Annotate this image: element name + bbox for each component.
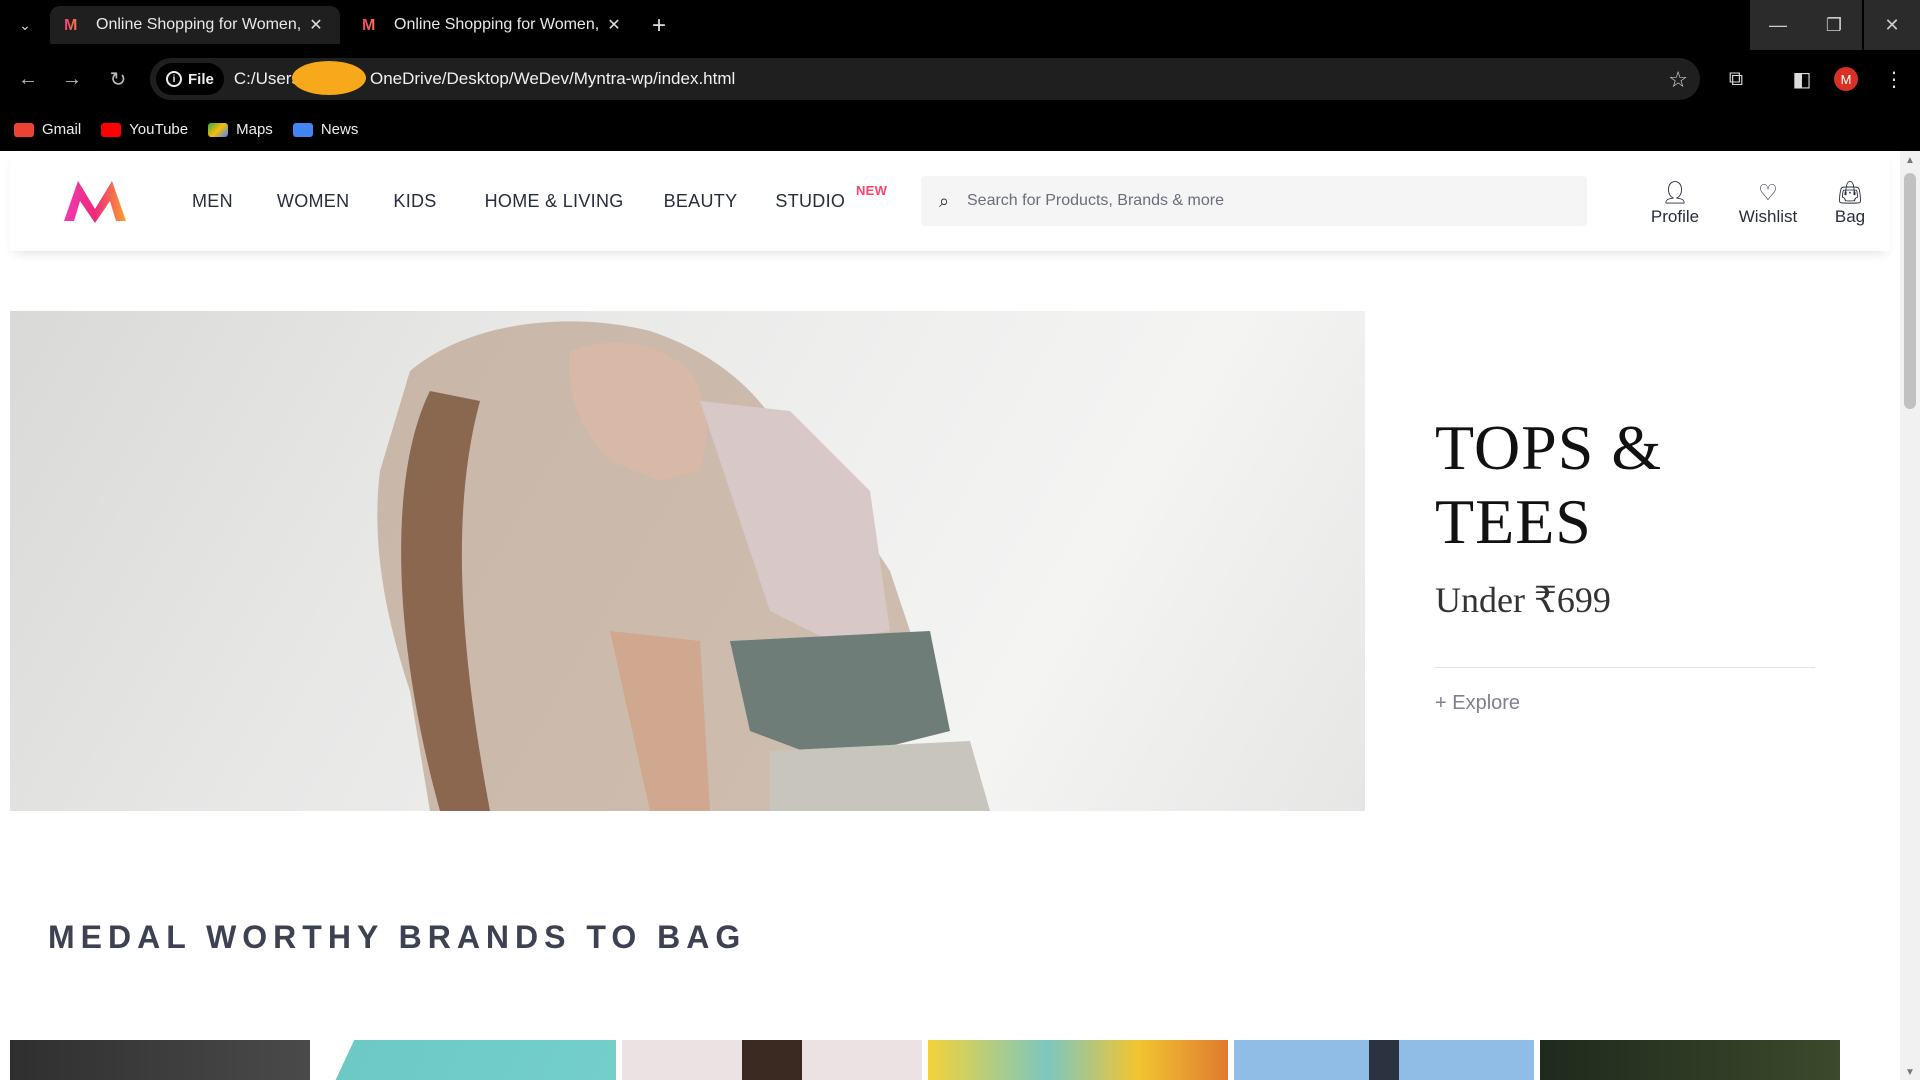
maps-icon (208, 122, 229, 137)
search-input[interactable] (967, 192, 1567, 210)
brand-card[interactable] (622, 1040, 922, 1080)
nav-women[interactable]: WOMEN (277, 191, 350, 212)
main-nav: MEN WOMEN KIDS HOME & LIVING BEAUTY STUD… (182, 151, 887, 251)
brand-carousel (10, 1040, 1860, 1080)
nav-home-living[interactable]: HOME & LIVING (485, 191, 624, 212)
youtube-icon (101, 122, 122, 137)
browser-toolbar: ← → ↻ i File C:/Users OneDrive/Desktop/We… (0, 50, 1920, 108)
wishlist-label: Wishlist (1738, 207, 1798, 226)
profile-avatar[interactable]: M (1834, 67, 1858, 91)
bookmark-label: News (320, 121, 359, 138)
info-icon: i (166, 71, 182, 87)
myntra-logo[interactable] (60, 175, 130, 225)
bookmarks-bar: Gmail YouTube Maps News (0, 108, 1920, 151)
page-content: MEN WOMEN KIDS HOME & LIVING BEAUTY STUD… (0, 151, 1900, 1080)
brand-card[interactable] (1234, 1040, 1534, 1080)
brand-card[interactable] (928, 1040, 1228, 1080)
tab-title: Online Shopping for Women, M (96, 16, 306, 33)
bookmark-gmail[interactable]: Gmail (14, 121, 81, 138)
brand-card[interactable] (10, 1040, 310, 1080)
bag-icon: 👜︎ (1836, 180, 1864, 205)
new-tab-button[interactable]: + (652, 12, 666, 40)
explore-link[interactable]: + Explore (1435, 692, 1815, 715)
scroll-thumb[interactable] (1904, 173, 1916, 409)
tab-strip: ⌄ M Online Shopping for Women, M ✕ M Onl… (0, 0, 1920, 50)
news-icon (292, 122, 313, 137)
nav-men[interactable]: MEN (192, 191, 233, 212)
bookmark-youtube[interactable]: YouTube (101, 121, 188, 138)
menu-icon[interactable]: ⋮ (1880, 65, 1908, 93)
bookmark-news[interactable]: News (292, 121, 359, 138)
bag-button[interactable]: 👜︎ Bag (1825, 179, 1875, 227)
nav-beauty[interactable]: BEAUTY (664, 191, 738, 212)
model-photo (377, 321, 990, 811)
extensions-icon[interactable]: ⧉ (1722, 65, 1750, 93)
profile-label: Profile (1650, 207, 1700, 226)
tab-search-button[interactable]: ⌄ (12, 12, 38, 38)
profile-button[interactable]: 👤︎ Profile (1640, 179, 1710, 227)
hero-promo: TOPS & TEES Under ₹699 + Explore (1435, 411, 1815, 715)
scroll-up-icon[interactable]: ▲ (1905, 155, 1915, 166)
close-window-button[interactable]: ✕ (1864, 0, 1920, 50)
search-bar: ⌕ (921, 176, 1587, 226)
minimize-button[interactable]: — (1750, 0, 1806, 50)
new-badge: NEW (855, 182, 888, 198)
tab-active[interactable]: M Online Shopping for Women, M ✕ (50, 6, 340, 44)
tab-title: Online Shopping for Women, M (394, 16, 604, 33)
url-suffix: OneDrive/Desktop/WeDev/Myntra-wp/index.h… (369, 69, 736, 88)
reload-button[interactable]: ↻ (102, 63, 134, 95)
url-text[interactable]: C:/Users OneDrive/Desktop/WeDev/Myntra-wp… (233, 61, 736, 95)
nav-studio[interactable]: STUDIO NEW (775, 183, 887, 212)
side-panel-icon[interactable]: ◧ (1788, 65, 1816, 93)
forward-button[interactable]: → (56, 63, 88, 95)
bag-label: Bag (1834, 207, 1866, 226)
address-bar[interactable]: i File C:/Users OneDrive/Desktop/WeDev/My… (150, 58, 1700, 100)
back-button[interactable]: ← (12, 63, 44, 95)
hero-banner-image[interactable] (10, 311, 1365, 811)
gmail-icon (14, 122, 34, 137)
hero-subtitle: Under ₹699 (1435, 580, 1611, 620)
brand-card[interactable] (316, 1040, 616, 1080)
nav-studio-label: STUDIO (775, 190, 846, 211)
wishlist-button[interactable]: ♡ Wishlist (1728, 179, 1808, 227)
user-icon: 👤︎ (1661, 180, 1689, 205)
site-chip-label: File (188, 70, 214, 88)
site-info-chip[interactable]: i File (156, 63, 224, 95)
restore-button[interactable]: ❐ (1806, 0, 1862, 50)
scroll-down-icon[interactable]: ▼ (1905, 1067, 1915, 1078)
bookmark-label: Maps (236, 121, 273, 138)
bookmark-star-icon[interactable]: ☆ (1668, 67, 1688, 93)
bookmark-label: Gmail (42, 121, 82, 138)
myntra-favicon-icon: M (362, 17, 382, 34)
redaction-mark (291, 61, 366, 95)
divider (1435, 667, 1815, 668)
brand-card[interactable] (1540, 1040, 1840, 1080)
close-icon[interactable]: ✕ (306, 15, 326, 35)
myntra-favicon-icon: M (64, 17, 84, 34)
hero-title: TOPS & TEES (1435, 412, 1663, 557)
site-header: MEN WOMEN KIDS HOME & LIVING BEAUTY STUD… (10, 151, 1890, 251)
nav-kids[interactable]: KIDS (393, 191, 436, 212)
section-heading: MEDAL WORTHY BRANDS TO BAG (48, 919, 747, 955)
close-icon[interactable]: ✕ (604, 15, 624, 35)
url-prefix: C:/Users (233, 69, 300, 88)
bookmark-maps[interactable]: Maps (208, 121, 273, 138)
search-icon[interactable]: ⌕ (921, 191, 967, 212)
heart-icon: ♡ (1758, 180, 1778, 205)
page-scrollbar[interactable]: ▲ ▼ (1900, 151, 1920, 1080)
tab-inactive[interactable]: M Online Shopping for Women, M ✕ (348, 6, 638, 44)
browser-chrome: ⌄ M Online Shopping for Women, M ✕ M Onl… (0, 0, 1920, 151)
bookmark-label: YouTube (129, 121, 189, 138)
